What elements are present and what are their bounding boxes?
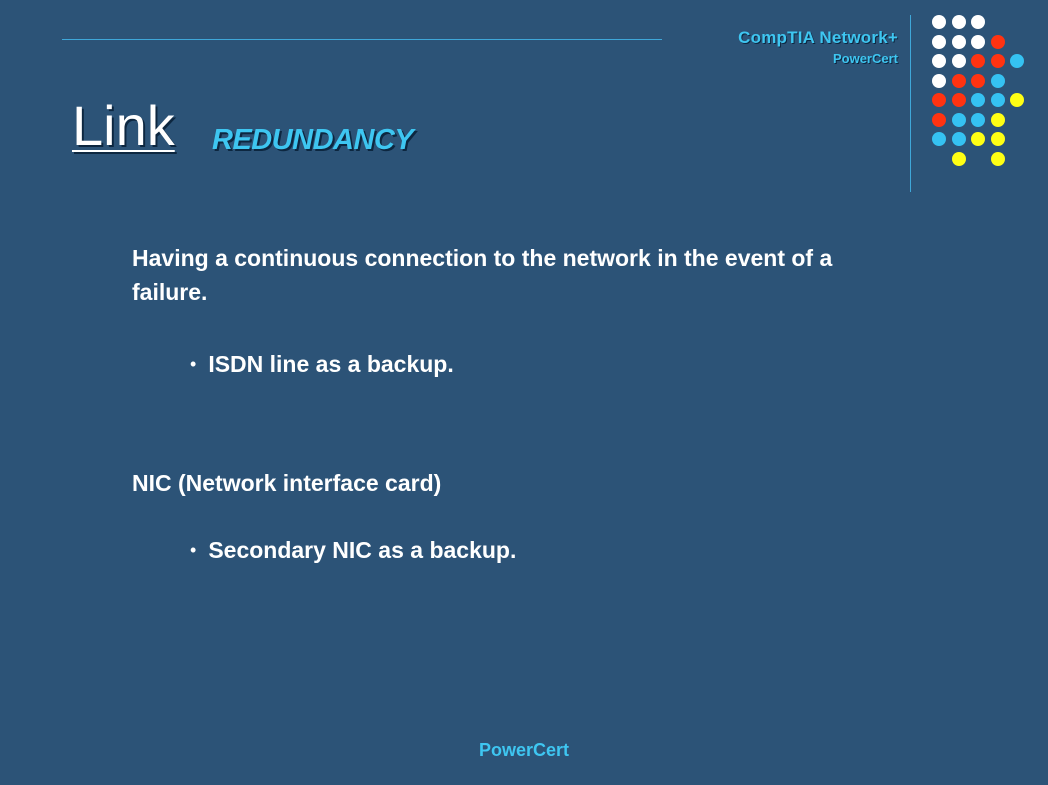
body-paragraph-1: Having a continuous connection to the ne…	[132, 245, 833, 305]
slide: CompTIA Network+ PowerCert Link REDUNDAN…	[0, 0, 1048, 785]
header-rule	[62, 39, 662, 40]
brand-title: CompTIA Network+	[738, 28, 898, 47]
bullet-text: Secondary NIC as a backup.	[208, 537, 517, 563]
decorative-dot	[990, 73, 1005, 88]
decorative-dot	[971, 132, 985, 146]
body-paragraph-2: NIC (Network interface card)	[132, 470, 442, 496]
decorative-dot	[971, 34, 985, 49]
decorative-dot	[951, 34, 966, 49]
decorative-dot	[932, 54, 946, 68]
brand-subtitle: PowerCert	[832, 51, 898, 66]
slide-title: Link	[72, 94, 175, 157]
decorative-dot	[932, 15, 946, 29]
decorative-dot	[990, 93, 1005, 107]
decorative-dot	[951, 132, 966, 146]
decorative-dot	[951, 15, 966, 29]
decorative-dot	[971, 73, 985, 88]
decorative-dot	[951, 112, 966, 127]
decorative-dot	[971, 54, 985, 68]
decorative-dot	[990, 54, 1005, 68]
bullet-text: ISDN line as a backup.	[208, 351, 454, 377]
decorative-dot	[932, 34, 946, 49]
decorative-dot	[951, 151, 966, 166]
decorative-dot	[932, 112, 946, 127]
decorative-dot	[951, 93, 966, 107]
decorative-dot	[990, 132, 1005, 146]
decorative-dot	[951, 73, 966, 88]
slide-subtitle: REDUNDANCY	[212, 124, 414, 156]
decorative-dot	[1010, 93, 1024, 107]
decorative-dot	[1010, 54, 1024, 68]
footer-brand: PowerCert	[478, 740, 570, 760]
bullet-item-2: • Secondary NIC as a backup.	[190, 533, 516, 569]
decorative-dot	[932, 73, 946, 88]
vertical-rule	[910, 15, 911, 192]
decorative-dot	[990, 34, 1005, 49]
bullet-item-1: • ISDN line as a backup.	[190, 347, 454, 383]
bullet-icon: •	[190, 354, 197, 374]
bullet-icon: •	[190, 540, 197, 560]
decorative-dot	[990, 112, 1005, 127]
decorative-dot	[971, 93, 985, 107]
decorative-dot	[971, 15, 985, 29]
decorative-dot	[971, 112, 985, 127]
decorative-dot	[951, 54, 966, 68]
decorative-dot	[932, 132, 946, 146]
decorative-dot	[990, 151, 1005, 166]
decorative-dot	[932, 93, 946, 107]
